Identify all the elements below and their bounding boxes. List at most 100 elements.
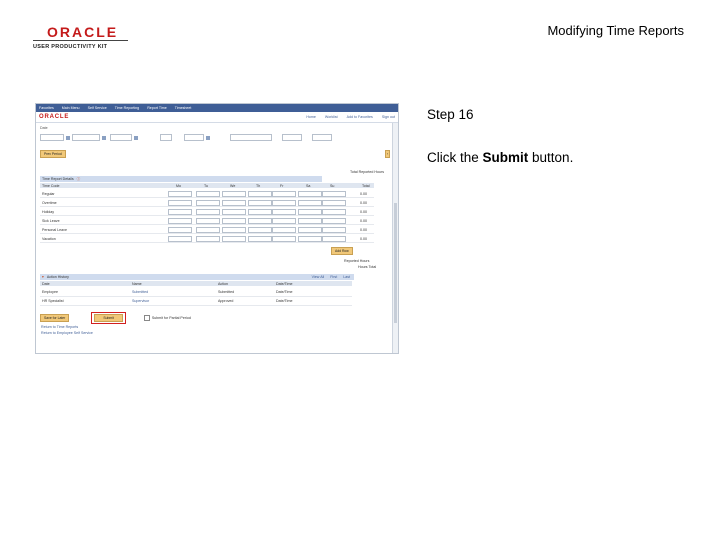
hours-input[interactable] [322, 227, 346, 233]
hours-input[interactable] [168, 227, 192, 233]
hours-input[interactable] [272, 218, 296, 224]
dropdown-icon[interactable] [206, 135, 210, 140]
next-period-button[interactable]: › [384, 150, 390, 158]
view-all-link[interactable]: View All [312, 275, 325, 279]
hours-input[interactable] [272, 191, 296, 197]
hours-input[interactable] [248, 227, 272, 233]
scrollbar-thumb[interactable] [394, 203, 397, 323]
hours-input[interactable] [248, 209, 272, 215]
lookup-icon[interactable] [102, 135, 106, 140]
hours-input[interactable] [298, 218, 322, 224]
hours-input[interactable] [272, 227, 296, 233]
value-input[interactable] [230, 134, 272, 141]
hours-input[interactable] [168, 209, 192, 215]
hours-input[interactable] [222, 227, 246, 233]
vertical-scrollbar[interactable] [392, 123, 398, 353]
hours-input[interactable] [222, 209, 246, 215]
calendar-icon[interactable] [66, 135, 70, 140]
hours-input[interactable] [322, 209, 346, 215]
hours-input[interactable] [196, 191, 220, 197]
column-header: We [230, 184, 236, 188]
submit-highlight: Submit [91, 312, 126, 324]
column-header: Fr [280, 184, 284, 188]
collapse-triangle-icon[interactable]: ▾ [42, 275, 44, 279]
table-row: Regular 0.00 [40, 190, 374, 198]
top-link[interactable]: Add to Favorites [347, 115, 373, 119]
hours-input[interactable] [322, 236, 346, 242]
table-row: Personal Leave 0.00 [40, 226, 374, 234]
column-header: Date [42, 282, 50, 286]
partial-period-checkbox[interactable] [143, 315, 150, 321]
submit-button[interactable]: Submit [94, 314, 123, 322]
slide-title: Modifying Time Reports [547, 23, 684, 38]
hours-input[interactable] [298, 227, 322, 233]
lookup-icon[interactable] [134, 135, 138, 140]
nav-item[interactable]: Timesheet [175, 106, 192, 110]
hours-input[interactable] [248, 191, 272, 197]
hours-input[interactable] [298, 209, 322, 215]
hours-input[interactable] [322, 200, 346, 206]
hours-input[interactable] [272, 236, 296, 242]
hours-input[interactable] [322, 218, 346, 224]
hours-input[interactable] [222, 218, 246, 224]
hours-input[interactable] [196, 236, 220, 242]
last-link[interactable]: Last [343, 275, 350, 279]
save-for-later-button[interactable]: Save for Later [40, 314, 70, 322]
nav-item[interactable]: Time Reporting [115, 106, 139, 110]
date-input[interactable] [40, 134, 64, 141]
top-link[interactable]: Sign out [382, 115, 395, 119]
nav-item[interactable]: Favorites [39, 106, 54, 110]
table-row: Overtime 0.00 [40, 199, 374, 207]
partial-period-label: Submit for Partial Period [151, 316, 191, 320]
hours-input[interactable] [272, 209, 296, 215]
return-to-time-reports-link[interactable]: Return to Time Reports [41, 325, 78, 329]
hours-input[interactable] [222, 236, 246, 242]
hours-input[interactable] [248, 236, 272, 242]
oracle-logo-text: ORACLE [33, 25, 129, 41]
nav-item[interactable]: Main Menu [62, 106, 80, 110]
app-header: ORACLE Home Worklist Add to Favorites Si… [36, 112, 398, 123]
hours-input[interactable] [196, 218, 220, 224]
add-row-button[interactable]: Add Row [331, 247, 353, 255]
nav-item[interactable]: Self Service [88, 106, 107, 110]
hours-input[interactable] [168, 200, 192, 206]
hours-input[interactable] [298, 191, 322, 197]
hours-input[interactable] [272, 200, 296, 206]
cell-link[interactable]: Submitted [132, 290, 148, 294]
hours-input[interactable] [168, 218, 192, 224]
hours-input[interactable] [248, 218, 272, 224]
top-link[interactable]: Worklist [325, 115, 338, 119]
upk-logo-subtitle: USER PRODUCTIVITY KIT [33, 44, 108, 50]
value-input[interactable] [312, 134, 332, 141]
hours-total-label: Hours Total [358, 265, 377, 269]
return-to-self-service-link[interactable]: Return to Employee Self Service [41, 331, 93, 335]
start-input[interactable] [72, 134, 100, 141]
hours-input[interactable] [222, 191, 246, 197]
hours-input[interactable] [196, 227, 220, 233]
prev-period-button[interactable]: Prev Period [40, 150, 66, 158]
hours-input[interactable] [248, 200, 272, 206]
end-input[interactable] [110, 134, 132, 141]
cell: Submitted [218, 290, 235, 294]
hours-input[interactable] [222, 200, 246, 206]
app-oracle-logo: ORACLE [39, 114, 70, 120]
help-icon[interactable]: ⓘ [77, 177, 81, 182]
hours-input[interactable] [196, 209, 220, 215]
hours-input[interactable] [196, 200, 220, 206]
filter-input[interactable] [184, 134, 204, 141]
nav-item[interactable]: Report Time [147, 106, 167, 110]
action-history-columns: Date Name Action Date/Time [40, 281, 352, 286]
row-total: 0.00 [360, 219, 367, 223]
period-select[interactable] [160, 134, 172, 141]
cell-link[interactable]: Supervisor [132, 299, 149, 303]
instruction-bold: Submit [482, 150, 529, 165]
hours-input[interactable] [298, 236, 322, 242]
value-input[interactable] [282, 134, 302, 141]
hours-input[interactable] [168, 236, 192, 242]
hours-input[interactable] [168, 191, 192, 197]
top-link[interactable]: Home [306, 115, 316, 119]
hours-input[interactable] [298, 200, 322, 206]
hours-input[interactable] [322, 191, 346, 197]
row-label: Personal Leave [42, 228, 67, 232]
first-link[interactable]: First [330, 275, 337, 279]
